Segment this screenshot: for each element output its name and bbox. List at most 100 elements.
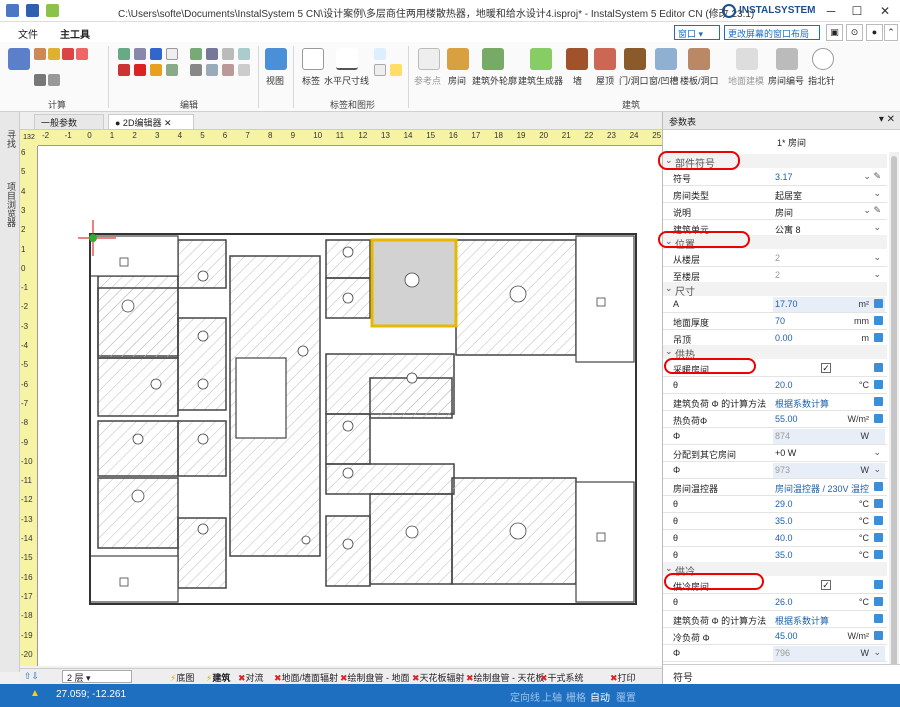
label-button[interactable]: 标签 bbox=[302, 74, 320, 87]
edit-icon-7[interactable] bbox=[206, 48, 218, 60]
prop-value[interactable]: 3.17 bbox=[775, 172, 793, 182]
chevron-down-icon[interactable]: ⌄ bbox=[665, 283, 673, 294]
prop-value[interactable]: 874 bbox=[775, 431, 790, 441]
section-dimension[interactable]: ⌄ 尺寸 bbox=[663, 282, 887, 298]
prop-row-symbol[interactable]: 符号 3.17 ⌄ ✎ bbox=[663, 169, 887, 186]
layer-tab[interactable]: ✖绘制盘管 - 地面 bbox=[340, 671, 410, 684]
calc-table-icon[interactable] bbox=[8, 48, 30, 70]
room[interactable] bbox=[575, 481, 635, 603]
prop-value[interactable]: 17.70 bbox=[775, 299, 798, 309]
prop-value[interactable]: 根据系数计算 bbox=[775, 397, 829, 410]
calc-icon-d[interactable] bbox=[76, 48, 88, 60]
room[interactable] bbox=[325, 239, 371, 279]
prop-row-cool-method[interactable]: 建筑负荷 Φ 的计算方法 根据系数计算 bbox=[663, 611, 887, 628]
delete-icon[interactable] bbox=[134, 64, 146, 76]
prop-value[interactable]: 973 bbox=[775, 465, 790, 475]
prop-row-theta-cool[interactable]: θ 26.0 °C bbox=[663, 594, 887, 611]
panel-close-icon[interactable]: ▾ ✕ bbox=[879, 114, 895, 125]
prop-row-room-type[interactable]: 房间类型 起居室 ⌄ bbox=[663, 186, 887, 203]
prop-value[interactable]: 0.00 bbox=[775, 333, 793, 343]
menu-file[interactable]: 文件 bbox=[18, 26, 38, 41]
edit-icon-8[interactable] bbox=[222, 48, 234, 60]
chevron-down-icon[interactable]: ⌄ bbox=[873, 464, 881, 475]
change-window-layout[interactable]: 更改屏幕的窗口布局 bbox=[724, 25, 820, 40]
chevron-down-icon[interactable]: ⌄ bbox=[873, 222, 881, 233]
prop-row-phi-cool[interactable]: Φ 796 W ⌄ bbox=[663, 645, 887, 662]
prop-value[interactable]: 70 bbox=[775, 316, 785, 326]
prop-row-t3[interactable]: θ 40.0 °C bbox=[663, 530, 887, 547]
prop-row-phi[interactable]: Φ 874 W bbox=[663, 428, 887, 445]
external-edit-icon[interactable] bbox=[874, 397, 883, 406]
wall-icon[interactable] bbox=[566, 48, 588, 70]
layer-tab[interactable]: ✖地面/墙面辐射 bbox=[274, 671, 338, 684]
text-icon[interactable] bbox=[374, 48, 386, 60]
door-icon[interactable] bbox=[624, 48, 646, 70]
floor-slab-icon[interactable] bbox=[688, 48, 710, 70]
room[interactable] bbox=[97, 287, 179, 359]
room-number-button[interactable]: 房间编号 bbox=[768, 74, 804, 87]
dimension-icon[interactable] bbox=[336, 48, 358, 70]
calc-icon-e[interactable] bbox=[34, 74, 46, 86]
compass-button[interactable]: 指北针 bbox=[808, 74, 835, 87]
roof-button[interactable]: 屋顶 bbox=[596, 74, 614, 87]
room[interactable] bbox=[89, 235, 179, 277]
edit-icon-5[interactable] bbox=[166, 64, 178, 76]
prop-value[interactable]: 2 bbox=[775, 253, 780, 263]
room-button[interactable]: 房间 bbox=[448, 74, 466, 87]
building-generator-button[interactable]: 建筑生成器 bbox=[518, 74, 563, 87]
external-edit-icon[interactable] bbox=[874, 363, 883, 372]
maximize-button[interactable]: ☐ bbox=[844, 2, 870, 20]
label-icon[interactable] bbox=[302, 48, 324, 70]
layer-tab[interactable]: ✖绘制盘管 - 天花板 bbox=[466, 671, 545, 684]
door-button[interactable]: 门/洞口 bbox=[619, 74, 649, 87]
prop-row-cool-load[interactable]: 冷负荷 Φ 45.00 W/m² bbox=[663, 628, 887, 645]
edit-icon-6[interactable] bbox=[190, 48, 202, 60]
account-icon[interactable]: ⊙ bbox=[846, 24, 863, 41]
prop-value[interactable]: 2 bbox=[775, 270, 780, 280]
window-slot-button[interactable]: 窗/凹槽 bbox=[649, 74, 679, 87]
prop-value[interactable]: 35.0 bbox=[775, 516, 793, 526]
minimize-button[interactable]: ─ bbox=[818, 2, 844, 20]
prop-row-thermostat[interactable]: 房间温控器 房间温控器 / 230V 温控 bbox=[663, 479, 887, 496]
prop-row-area[interactable]: A 17.70 m² bbox=[663, 296, 887, 313]
room[interactable] bbox=[177, 420, 227, 477]
edit-icon-10[interactable] bbox=[190, 64, 202, 76]
room[interactable] bbox=[325, 515, 371, 587]
external-edit-icon[interactable] bbox=[874, 614, 883, 623]
room[interactable] bbox=[97, 477, 179, 549]
layer-tab[interactable]: ⚡建筑 bbox=[206, 671, 230, 684]
room-icon[interactable] bbox=[447, 48, 469, 70]
prop-value[interactable]: 29.0 bbox=[775, 499, 793, 509]
external-edit-icon[interactable] bbox=[874, 499, 883, 508]
prop-value[interactable]: 房间温控器 / 230V 温控 bbox=[775, 482, 869, 495]
calc-icon-a[interactable] bbox=[34, 48, 46, 60]
calc-icon-c[interactable] bbox=[62, 48, 74, 60]
prop-row-heat-load[interactable]: 热负荷Φ 55.00 W/m² bbox=[663, 411, 887, 428]
chevron-down-icon[interactable]: ⌄ ✎ bbox=[863, 205, 881, 216]
edit-icon-1[interactable] bbox=[118, 48, 130, 60]
note-icon[interactable] bbox=[390, 64, 402, 76]
shape-icon[interactable] bbox=[374, 64, 386, 76]
chevron-down-icon[interactable]: ⌄ bbox=[873, 647, 881, 658]
room[interactable] bbox=[89, 555, 179, 603]
external-edit-icon[interactable] bbox=[874, 597, 883, 606]
room[interactable] bbox=[369, 377, 453, 419]
prop-value[interactable]: 房间 bbox=[775, 206, 793, 219]
external-edit-icon[interactable] bbox=[874, 414, 883, 423]
side-tab-project-browser[interactable]: 项目浏览器 bbox=[5, 182, 18, 227]
prop-value[interactable]: 55.00 bbox=[775, 414, 798, 424]
room[interactable] bbox=[235, 357, 287, 439]
checkbox[interactable]: ✓ bbox=[821, 580, 831, 590]
prop-row-desc[interactable]: 说明 房间 ⌄ ✎ bbox=[663, 203, 887, 220]
prop-value[interactable]: 40.0 bbox=[775, 533, 793, 543]
checkbox[interactable]: ✓ bbox=[821, 363, 831, 373]
calc-icon-b[interactable] bbox=[48, 48, 60, 60]
external-edit-icon[interactable] bbox=[874, 299, 883, 308]
external-edit-icon[interactable] bbox=[874, 533, 883, 542]
cut-icon[interactable] bbox=[118, 64, 130, 76]
view-button[interactable]: 视图 bbox=[266, 74, 284, 87]
prop-row-floor-thick[interactable]: 地面厚度 70 mm bbox=[663, 313, 887, 330]
external-edit-icon[interactable] bbox=[874, 316, 883, 325]
layer-tab[interactable]: ✖天花板辐射 bbox=[412, 671, 465, 684]
save-icon[interactable] bbox=[26, 4, 39, 17]
